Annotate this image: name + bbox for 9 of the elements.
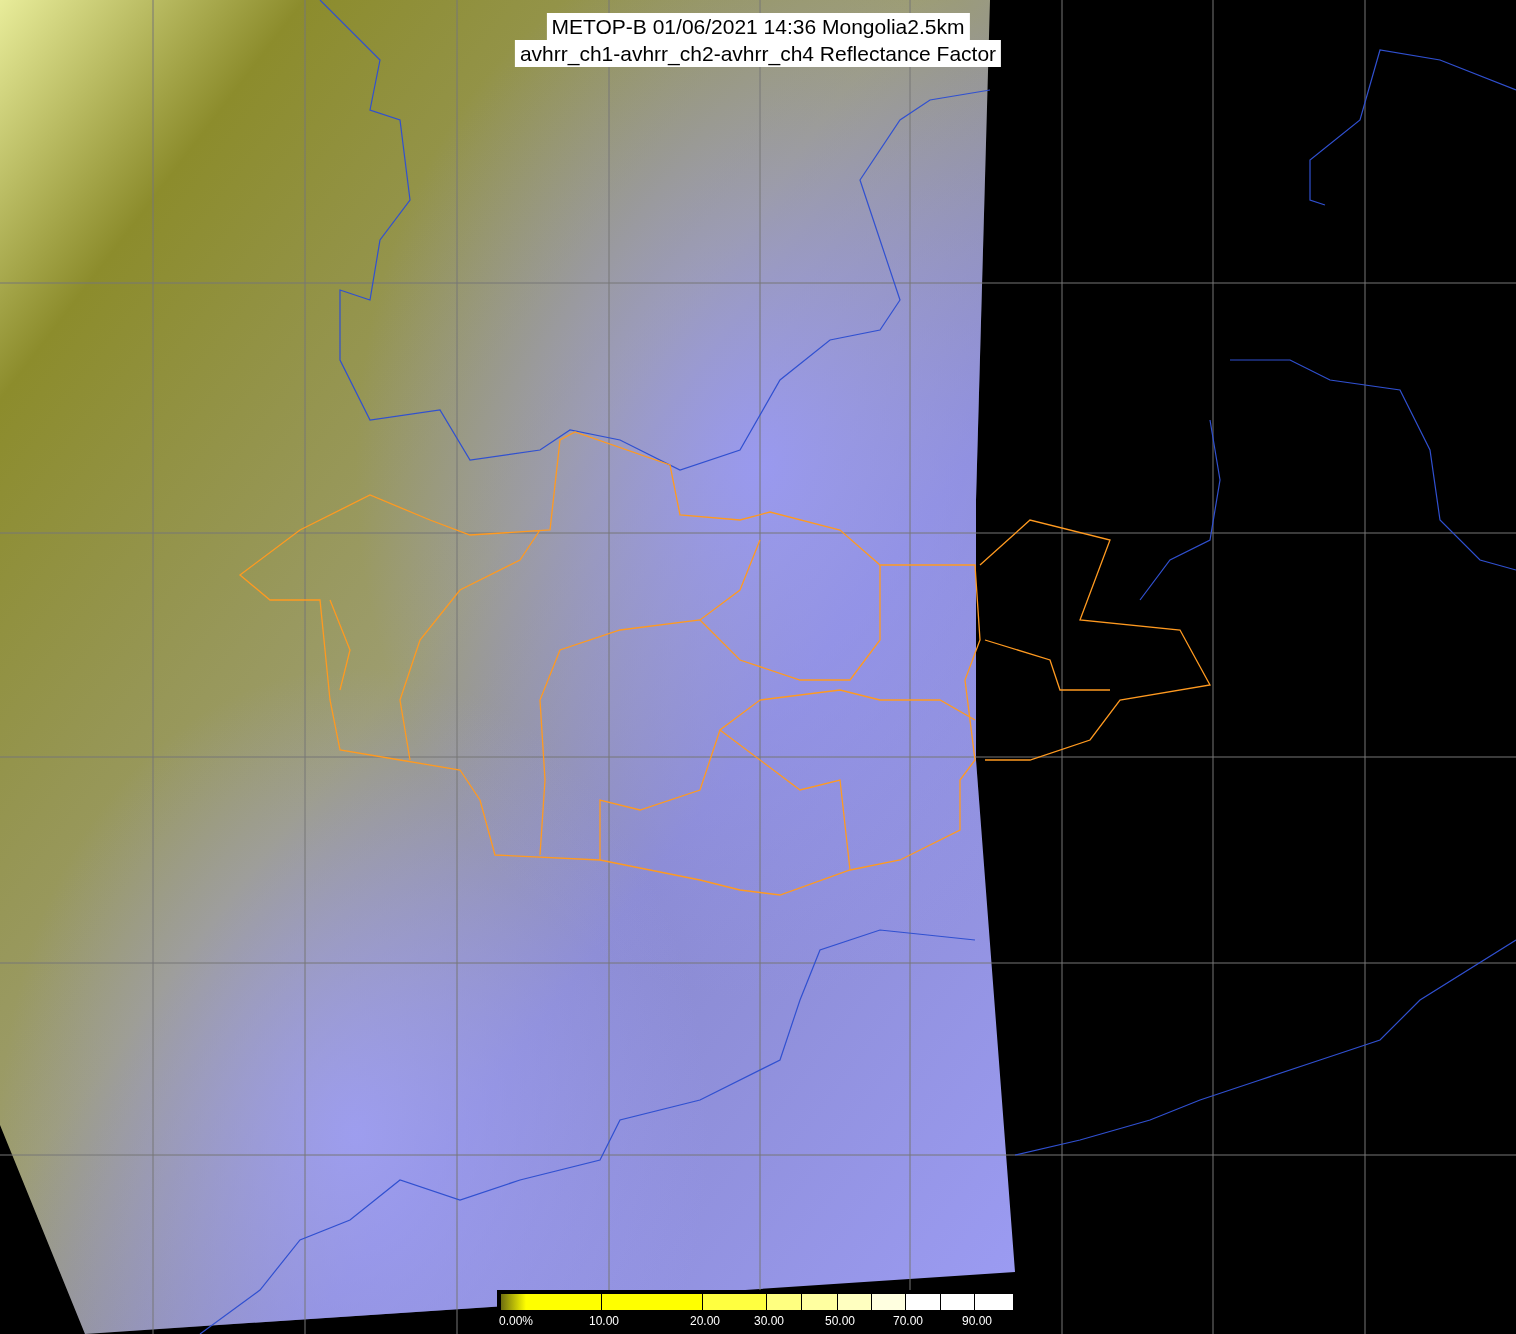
legend-tick-label: 20.00 xyxy=(690,1314,720,1328)
legend-tick-label: 50.00 xyxy=(825,1314,855,1328)
legend-tick-label: 70.00 xyxy=(893,1314,923,1328)
subtitle-text: avhrr_ch1-avhrr_ch2-avhrr_ch4 Reflectance Factor xyxy=(514,40,1002,67)
legend-tick-label: 90.00 xyxy=(962,1314,992,1328)
legend-tick-label: 30.00 xyxy=(754,1314,784,1328)
legend-tick-label: 10.00 xyxy=(589,1314,619,1328)
legend-tick-label: 0.00% xyxy=(499,1314,534,1328)
title-text: METOP-B 01/06/2021 14:36 Mongolia2.5km xyxy=(546,13,970,40)
